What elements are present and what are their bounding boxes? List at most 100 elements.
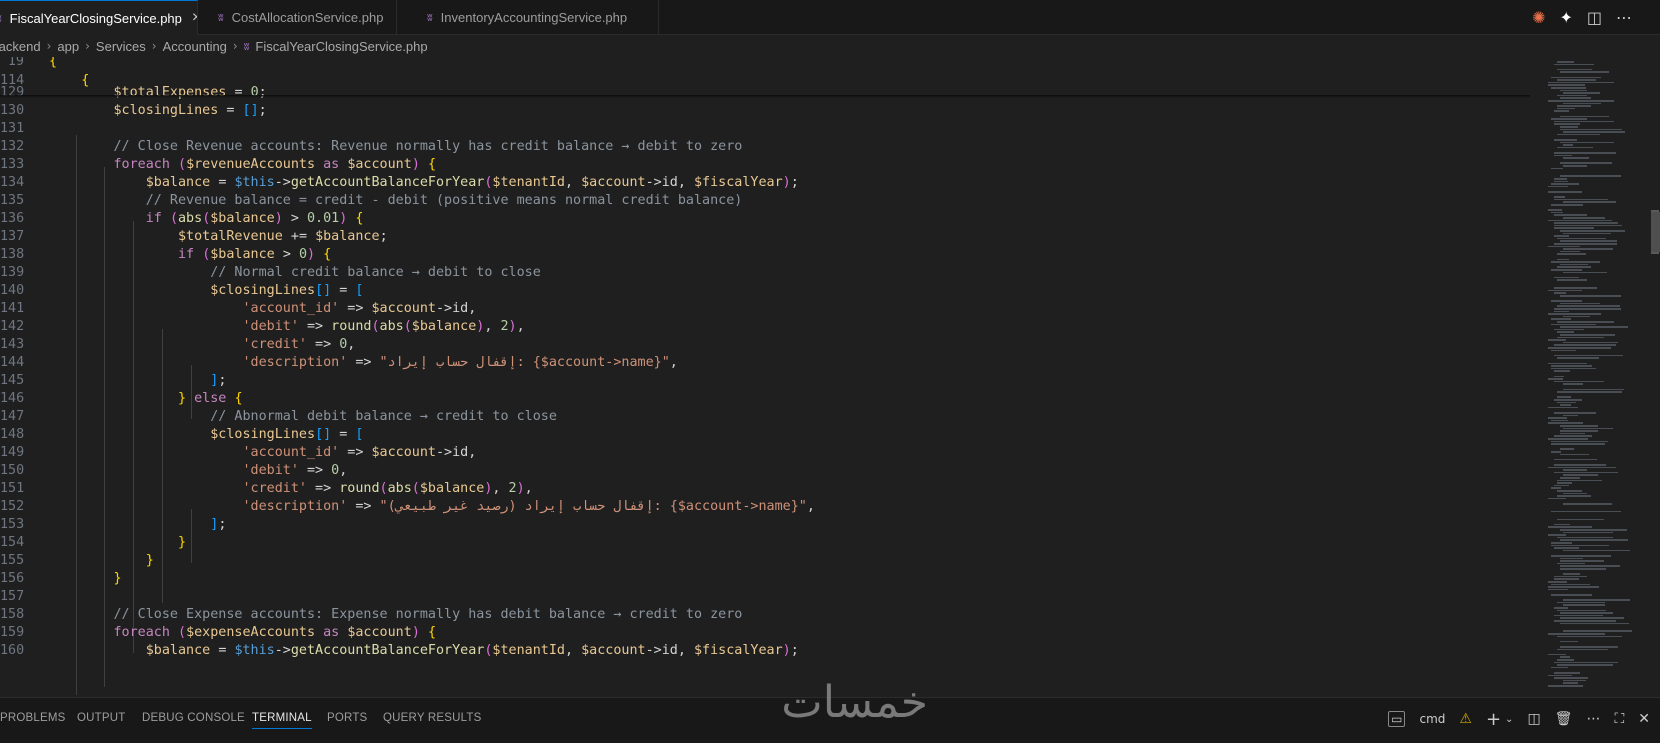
code-text: if (abs($balance) > 0.01) { (145, 211, 364, 226)
sticky-scroll-line: 19 { (0, 57, 1530, 71)
breadcrumb-item-app[interactable]: app (57, 39, 79, 54)
tab-fiscal-year-closing-service[interactable]: ʬ FiscalYearClosingService.php × (0, 0, 198, 35)
code-text: $totalExpenses = 0; (113, 85, 267, 100)
split-terminal-icon[interactable]: ◫ (1527, 711, 1540, 727)
breadcrumb-item-accounting[interactable]: Accounting (163, 39, 227, 54)
minimap-line (1554, 575, 1587, 578)
minimap-line (1548, 219, 1612, 222)
minimap-line (1557, 107, 1576, 110)
code-text: 'credit' => round(abs($balance), 2), (242, 481, 533, 496)
minimap-line (1557, 61, 1574, 63)
minimap-line (1548, 653, 1567, 656)
minimap-line (1560, 453, 1590, 456)
line-number: 158 (0, 607, 25, 622)
minimap-line (1551, 487, 1562, 489)
minimap-line (1551, 544, 1609, 547)
minimap[interactable] (1540, 57, 1650, 697)
minimap-line (1557, 258, 1570, 261)
minimap-line (1548, 209, 1563, 211)
minimap-line (1557, 536, 1613, 539)
minimap-line (1563, 599, 1631, 601)
tab-terminal[interactable]: TERMINAL (252, 712, 312, 729)
minimap-line (1557, 609, 1607, 612)
tab-cost-allocation-service[interactable]: ʬ CostAllocationService.php (198, 0, 397, 35)
code-text: // Close Expense accounts: Expense norma… (113, 607, 743, 622)
split-editor-icon[interactable]: ◫ (1587, 8, 1602, 27)
code-text: 'credit' => 0, (242, 337, 356, 352)
minimap-line (1560, 162, 1612, 164)
breadcrumb: Backend › app › Services › Accounting › … (0, 35, 1490, 57)
minimap-line (1563, 248, 1613, 250)
breadcrumb-item-services[interactable]: Services (96, 39, 146, 54)
minimap-line (1560, 640, 1579, 643)
tab-label: InventoryAccountingService.php (440, 10, 628, 25)
minimap-line (1554, 123, 1580, 125)
minimap-line (1551, 349, 1576, 352)
minimap-line (1554, 620, 1617, 622)
minimap-line (1557, 357, 1600, 359)
minimap-line (1554, 661, 1619, 664)
minimap-line (1557, 495, 1591, 497)
code-line: 136 if (abs($balance) > 0.01) { (0, 209, 1530, 228)
minimap-line (1554, 380, 1605, 383)
minimap-line (1557, 305, 1621, 307)
minimap-line (1560, 432, 1586, 435)
maximize-panel-icon[interactable]: ⛶ (1614, 711, 1624, 727)
code-line: 139 // Normal credit balance → debit to … (0, 263, 1530, 282)
code-text: ]; (210, 373, 227, 388)
code-text: 'debit' => 0, (242, 463, 348, 478)
code-editor[interactable]: 19{114 {129 $totalExpenses = 0; 130 $clos… (0, 57, 1540, 697)
claude-spark-icon[interactable]: ✺ (1532, 8, 1545, 27)
minimap-line (1557, 664, 1613, 666)
code-line: 148 $closingLines[] = [ (0, 425, 1530, 444)
tab-output[interactable]: OUTPUT (77, 712, 125, 724)
breadcrumb-item-backend[interactable]: Backend (0, 39, 41, 54)
more-actions-icon[interactable]: ⋯ (1586, 711, 1600, 727)
code-line: 135 // Revenue balance = credit - debit … (0, 191, 1530, 210)
minimap-line (1554, 287, 1598, 289)
minimap-line (1560, 295, 1622, 297)
line-number: 139 (0, 265, 25, 280)
minimap-line (1548, 378, 1564, 380)
minimap-line (1560, 141, 1615, 144)
minimap-line (1554, 227, 1594, 229)
tab-ports[interactable]: PORTS (327, 712, 367, 724)
minimap-line (1560, 175, 1621, 177)
tab-inventory-accounting-service[interactable]: ʬ InventoryAccountingService.php (397, 0, 659, 35)
line-number: 138 (0, 247, 25, 262)
minimap-line (1554, 292, 1566, 294)
vertical-scrollbar[interactable] (1651, 212, 1660, 252)
line-number: 133 (0, 157, 25, 172)
code-text: foreach ($revenueAccounts as $account) { (113, 157, 437, 172)
copilot-sparkle-icon[interactable]: ✦ (1559, 8, 1572, 27)
line-number: 155 (0, 553, 25, 568)
minimap-line (1563, 271, 1608, 274)
more-actions-icon[interactable]: ⋯ (1616, 8, 1632, 27)
code-line: 153 ]; (0, 515, 1530, 534)
warning-icon[interactable]: ⚠ (1459, 711, 1472, 727)
close-panel-icon[interactable]: ✕ (1638, 711, 1650, 727)
chevron-down-icon[interactable]: ⌄ (1505, 714, 1513, 725)
minimap-line (1560, 448, 1574, 450)
new-terminal-icon[interactable]: + (1486, 709, 1501, 730)
breadcrumb-item-file[interactable]: FiscalYearClosingService.php (255, 39, 427, 54)
tab-debug-console[interactable]: DEBUG CONSOLE (142, 712, 245, 724)
minimap-line (1560, 646, 1619, 648)
minimap-line (1554, 677, 1589, 679)
minimap-line (1560, 612, 1613, 614)
minimap-line (1548, 581, 1567, 583)
trash-icon[interactable]: 🗑 (1555, 711, 1573, 727)
code-line: 138 if ($balance > 0) { (0, 245, 1530, 264)
line-number: 130 (0, 103, 25, 118)
line-number: 132 (0, 139, 25, 154)
minimap-line (1548, 406, 1578, 409)
minimap-line (1557, 396, 1571, 398)
minimap-line (1548, 526, 1592, 528)
code-line: 157 (0, 587, 1530, 606)
tab-query-results[interactable]: QUERY RESULTS (383, 712, 481, 724)
minimap-line (1560, 230, 1625, 232)
code-text: if ($balance > 0) { (178, 247, 332, 262)
terminal-name[interactable]: cmd (1419, 712, 1445, 726)
minimap-line (1557, 562, 1585, 565)
tab-problems[interactable]: PROBLEMS (0, 712, 66, 724)
